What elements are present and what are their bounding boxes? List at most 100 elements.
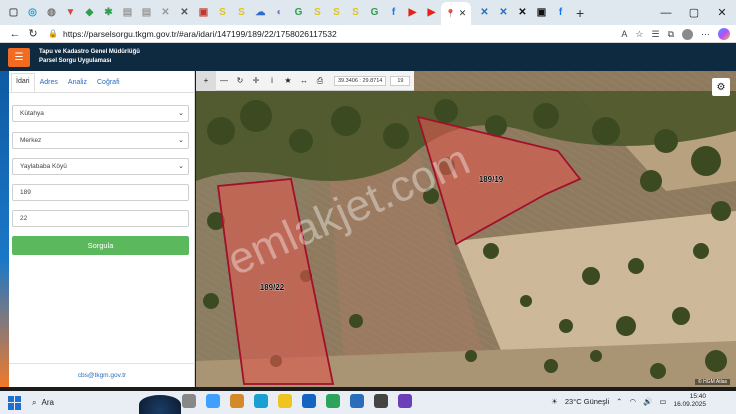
window-icon[interactable]: ▢ [6,5,22,21]
neighborhood-select[interactable]: Yaylababa Köyü ⌄ [12,158,189,175]
chevron-down-icon: ⌄ [178,163,184,170]
close-x-icon[interactable]: ✕ [477,5,493,21]
youtube-icon[interactable]: ▶ [424,5,440,21]
print-icon[interactable]: ⎙ [312,71,328,91]
task-view-icon[interactable] [182,394,196,408]
parcel-number-input[interactable]: 22 [12,210,189,227]
sahibinden-icon[interactable]: S [329,5,345,21]
panel-tabs: İdari Adres Analiz Coğrafi [9,71,194,93]
block-number-input[interactable]: 189 [12,184,189,201]
facebook-icon[interactable]: f [553,5,569,21]
new-tab-button[interactable]: + [576,5,584,21]
tv-icon[interactable]: ▣ [534,5,550,21]
battery-icon[interactable]: ▭ [659,397,666,406]
doc-icon[interactable]: ▤ [120,5,136,21]
chevron-down-icon: ⌄ [178,137,184,144]
teams-icon[interactable] [398,394,412,408]
mail-icon[interactable] [350,394,364,408]
sahibinden-icon[interactable]: S [215,5,231,21]
chrome-icon[interactable] [326,394,340,408]
gear-icon[interactable]: ✱ [101,5,117,21]
tab-idari[interactable]: İdari [11,73,35,92]
favorite-star-icon[interactable]: ☆ [635,29,643,40]
search-label: Ara [41,398,54,407]
province-value: Kütahya [20,110,44,117]
close-box-icon[interactable]: ✕ [158,5,174,21]
doc-icon[interactable]: ▤ [139,5,155,21]
g-icon[interactable]: G [291,5,307,21]
taskbar: ⌕ Ara ☀ 23°C Güneşli ⌃ ◠ 🔊 ▭ 15:40 16.09… [0,391,736,414]
sahibinden-icon[interactable]: S [234,5,250,21]
youtube-icon[interactable]: ▶ [405,5,421,21]
taskbar-search[interactable]: ⌕ Ara [32,395,152,411]
sahibinden-icon[interactable]: S [310,5,326,21]
back-button[interactable]: ← [6,28,24,40]
parcel-label-189-22: 189/22 [260,283,285,292]
close-window-button[interactable]: ✕ [708,6,736,19]
active-tab[interactable]: 📍 ✕ [441,2,471,25]
collections-icon[interactable]: ⧉ [668,29,674,40]
address-bar: ← ↻ 🔒 https://parselsorgu.tkgm.gov.tr/#a… [0,25,736,43]
puzzle-icon[interactable]: ◆ [82,5,98,21]
page-header: ☰ Tapu ve Kadastro Genel Müdürlüğü Parse… [0,43,736,71]
minimize-button[interactable]: — [652,7,680,19]
refresh-button[interactable]: ↻ [24,27,42,40]
network-icon[interactable]: ◠ [629,397,636,406]
more-menu-icon[interactable]: ⋯ [701,29,710,40]
url-field[interactable]: 🔒 https://parselsorgu.tkgm.gov.tr/#ara/i… [48,26,628,41]
maximize-button[interactable]: ▢ [680,6,708,19]
sahibinden-icon[interactable]: S [348,5,364,21]
tab-analiz[interactable]: Analiz [63,79,92,92]
page-title: Tapu ve Kadastro Genel Müdürlüğü Parsel … [39,48,140,66]
query-button[interactable]: Sorgula [12,236,189,255]
edge-icon[interactable]: ◎ [25,5,41,21]
page-title-line2: Parsel Sorgu Uygulaması [39,58,112,64]
weather-text[interactable]: 23°C Güneşli [565,397,609,406]
clock[interactable]: 15:40 16.09.2025 [673,393,706,409]
zoom-in-button[interactable]: + [196,71,216,91]
settings-gear-icon[interactable]: ⚙ [712,78,730,96]
avatar[interactable] [682,28,693,40]
file-explorer-icon[interactable] [230,394,244,408]
copilot-icon[interactable] [718,28,730,40]
province-select[interactable]: Kütahya ⌄ [12,105,189,122]
zoom-level[interactable]: 19 [390,75,411,86]
close-box-icon[interactable]: ✕ [177,5,193,21]
start-button[interactable] [8,395,22,410]
parcel-value: 22 [20,215,28,222]
page-title-line1: Tapu ve Kadastro Genel Müdürlüğü [39,49,140,55]
map-view[interactable]: 189/22 189/19 emlakjet.com + — ↻ ✛ i ★ ↔… [196,71,736,387]
contact-email-link[interactable]: cbs@tkgm.gov.tr [9,363,195,387]
close-tab-icon[interactable]: ✕ [459,8,467,19]
refresh-map-icon[interactable]: ↻ [232,71,248,91]
zoom-out-button[interactable]: — [216,71,232,91]
store-icon[interactable] [302,394,316,408]
terminal-icon[interactable] [374,394,388,408]
measure-icon[interactable]: ↔ [296,71,312,91]
hamburger-menu-button[interactable]: ☰ [8,48,30,67]
favorites-icon[interactable]: ☰ [651,29,659,40]
news-icon[interactable]: ▣ [196,5,212,21]
parcel-label-189-19: 189/19 [479,175,504,184]
shield-icon[interactable]: ▼ [63,5,79,21]
close-x-icon[interactable]: ✕ [496,5,512,21]
crosshair-icon[interactable]: ✛ [248,71,264,91]
favorite-star-icon[interactable]: ★ [280,71,296,91]
cloud-icon[interactable]: ☁ [253,5,269,21]
close-x-icon[interactable]: ✕ [515,5,531,21]
district-select[interactable]: Merkez ⌄ [12,132,189,149]
lock-icon: 🔒 [48,29,58,38]
tray-chevron-icon[interactable]: ⌃ [616,397,622,406]
read-aloud-icon[interactable]: A [621,29,627,39]
tab-cografi[interactable]: Coğrafi [92,79,125,92]
tab-adres[interactable]: Adres [35,79,63,92]
folder-icon[interactable] [278,394,292,408]
info-icon[interactable]: i [264,71,280,91]
edge-app-icon[interactable] [254,394,268,408]
globe-icon[interactable]: ◍ [44,5,60,21]
copilot-app-icon[interactable] [206,394,220,408]
shield-icon[interactable]: ◐ [272,5,288,21]
volume-icon[interactable]: 🔊 [643,397,652,406]
facebook-icon[interactable]: f [386,5,402,21]
g-icon[interactable]: G [367,5,383,21]
